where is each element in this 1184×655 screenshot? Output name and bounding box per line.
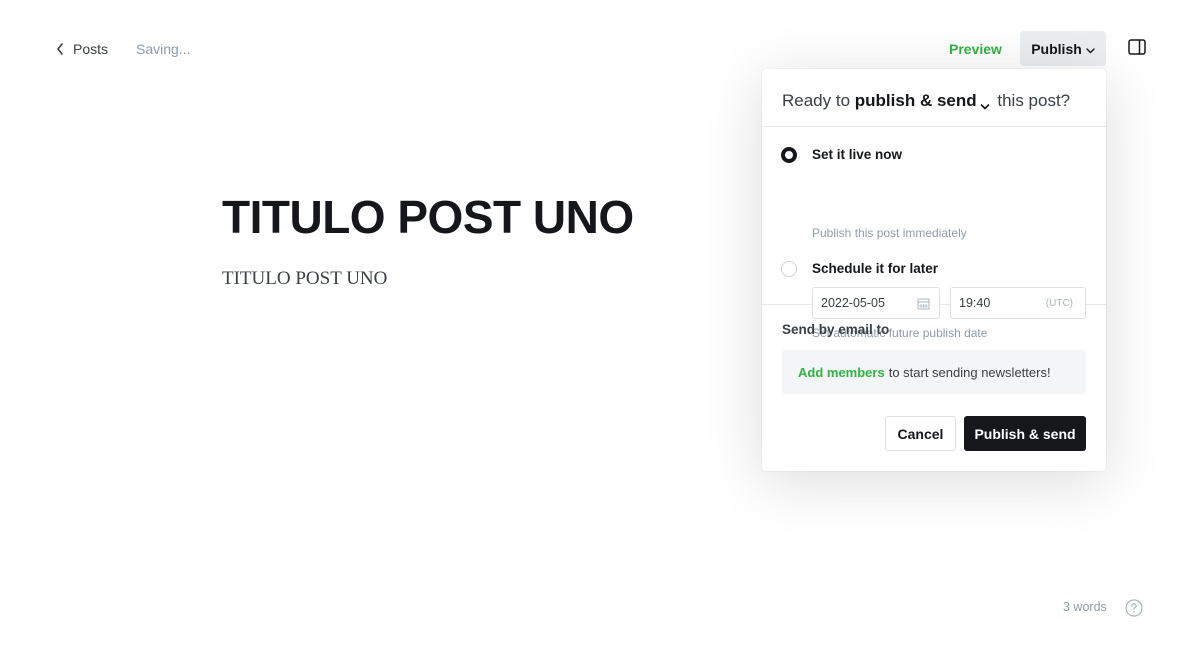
header-prefix: Ready to xyxy=(782,91,851,110)
email-notice: Add members to start sending newsletters… xyxy=(782,350,1086,394)
post-title[interactable]: TITULO POST UNO xyxy=(222,190,634,244)
option-now-subtitle: Publish this post immediately xyxy=(812,226,967,240)
email-section: Send by email to Add members to start se… xyxy=(762,305,1106,470)
publish-type-selector[interactable]: publish & send xyxy=(855,91,993,110)
back-link-label: Posts xyxy=(73,41,109,57)
publish-menu-header: Ready to publish & send this post? xyxy=(762,69,1106,127)
email-section-title: Send by email to xyxy=(782,322,890,337)
publish-time-options: Set it live now Publish this post immedi… xyxy=(762,127,1106,340)
header-suffix: this post? xyxy=(997,91,1071,110)
radio-schedule-later[interactable] xyxy=(781,261,797,277)
chevron-down-icon xyxy=(979,97,991,109)
option-now-title[interactable]: Set it live now xyxy=(812,147,902,162)
back-to-posts-link[interactable]: Posts xyxy=(55,40,108,58)
email-notice-text: to start sending newsletters! xyxy=(888,364,1051,380)
publish-type-label: publish & send xyxy=(854,91,977,110)
word-count: 3 words xyxy=(1063,600,1107,614)
chevron-left-icon xyxy=(55,40,65,58)
radio-publish-now[interactable] xyxy=(781,147,797,163)
cancel-button[interactable]: Cancel xyxy=(885,416,956,451)
publish-menu: Ready to publish & send this post? Set i… xyxy=(762,69,1106,471)
publish-button[interactable]: Publish xyxy=(1020,31,1106,66)
publish-button-label: Publish xyxy=(1031,40,1082,57)
add-members-link[interactable]: Add members xyxy=(798,365,885,380)
sidebar-toggle-icon[interactable] xyxy=(1128,39,1148,57)
chevron-down-icon xyxy=(1086,41,1095,57)
publish-and-send-button[interactable]: Publish & send xyxy=(964,416,1086,451)
post-body[interactable]: TITULO POST UNO xyxy=(222,268,387,290)
save-status: Saving... xyxy=(136,41,191,57)
question-circle-icon[interactable] xyxy=(1125,599,1143,617)
preview-button[interactable]: Preview xyxy=(941,32,1010,66)
option-schedule-title[interactable]: Schedule it for later xyxy=(812,261,938,276)
